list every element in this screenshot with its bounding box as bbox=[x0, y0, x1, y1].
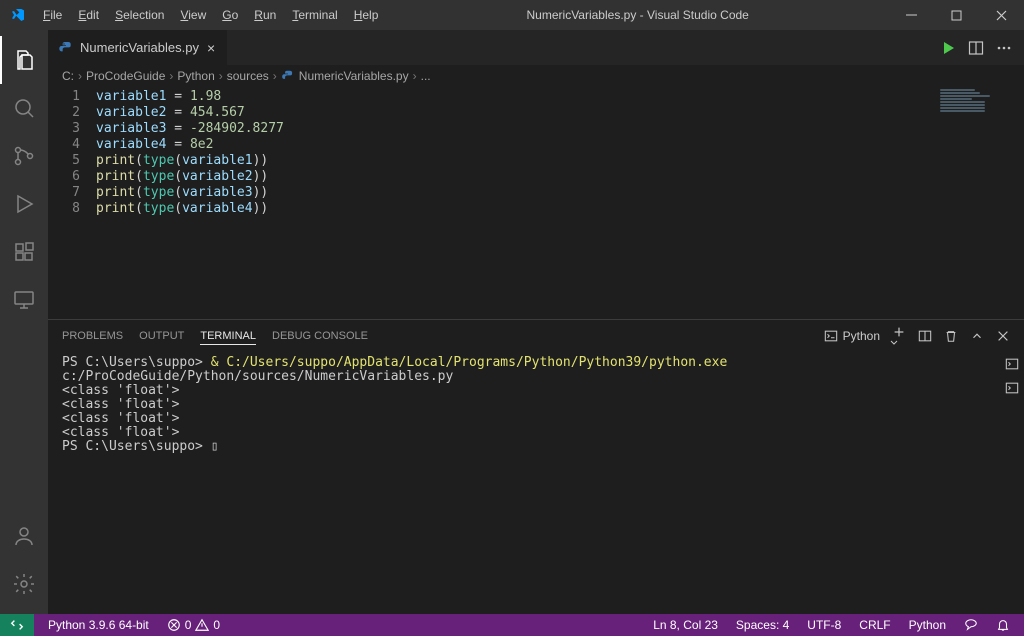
tab-close-icon[interactable]: × bbox=[205, 40, 217, 56]
close-button[interactable] bbox=[979, 0, 1024, 30]
panel-tab-problems[interactable]: PROBLEMS bbox=[62, 328, 123, 344]
python-file-icon bbox=[58, 40, 74, 56]
status-eol[interactable]: CRLF bbox=[855, 618, 894, 632]
status-python[interactable]: Python 3.9.6 64-bit bbox=[44, 618, 153, 632]
menu-go[interactable]: Go bbox=[214, 0, 246, 30]
breadcrumb[interactable]: C:› ProCodeGuide› Python› sources› Numer… bbox=[48, 65, 1024, 87]
split-editor-icon[interactable] bbox=[968, 40, 984, 56]
status-lncol[interactable]: Ln 8, Col 23 bbox=[649, 618, 722, 632]
menu-terminal[interactable]: Terminal bbox=[284, 0, 345, 30]
window-title: NumericVariables.py - Visual Studio Code bbox=[386, 8, 889, 22]
accounts-icon[interactable] bbox=[0, 512, 48, 560]
source-control-icon[interactable] bbox=[0, 132, 48, 180]
terminal[interactable]: PS C:\Users\suppo> & C:/Users/suppo/AppD… bbox=[48, 352, 1024, 614]
run-file-icon[interactable] bbox=[940, 40, 956, 56]
maximize-button[interactable] bbox=[934, 0, 979, 30]
status-notifications-icon[interactable] bbox=[992, 618, 1014, 632]
panel-tab-terminal[interactable]: TERMINAL bbox=[200, 328, 256, 345]
extensions-icon[interactable] bbox=[0, 228, 48, 276]
tab-label: NumericVariables.py bbox=[80, 40, 199, 55]
status-feedback-icon[interactable] bbox=[960, 618, 982, 632]
remote-indicator[interactable] bbox=[0, 614, 34, 636]
terminal-side-icon[interactable] bbox=[1002, 354, 1022, 374]
code-editor[interactable]: 12345678 variable1 = 1.98variable2 = 454… bbox=[48, 87, 1024, 319]
bottom-panel: PROBLEMS OUTPUT TERMINAL DEBUG CONSOLE P… bbox=[48, 319, 1024, 614]
status-spaces[interactable]: Spaces: 4 bbox=[732, 618, 793, 632]
run-debug-icon[interactable] bbox=[0, 180, 48, 228]
close-panel-icon[interactable] bbox=[996, 329, 1010, 343]
menu-run[interactable]: Run bbox=[246, 0, 284, 30]
vscode-logo-icon bbox=[0, 7, 35, 23]
tab-bar: NumericVariables.py × bbox=[48, 30, 1024, 65]
terminal-side-icon-2[interactable] bbox=[1002, 378, 1022, 398]
new-terminal-icon[interactable] bbox=[892, 325, 906, 347]
maximize-panel-icon[interactable] bbox=[970, 329, 984, 343]
menu-edit[interactable]: Edit bbox=[70, 0, 107, 30]
panel-tab-output[interactable]: OUTPUT bbox=[139, 328, 184, 344]
status-encoding[interactable]: UTF-8 bbox=[803, 618, 845, 632]
menu-selection[interactable]: Selection bbox=[107, 0, 172, 30]
activity-bar bbox=[0, 30, 48, 614]
settings-gear-icon[interactable] bbox=[0, 560, 48, 608]
status-language[interactable]: Python bbox=[905, 618, 950, 632]
minimize-button[interactable] bbox=[889, 0, 934, 30]
more-actions-icon[interactable] bbox=[996, 40, 1012, 56]
split-terminal-icon[interactable] bbox=[918, 329, 932, 343]
menu-help[interactable]: Help bbox=[346, 0, 387, 30]
menu-file[interactable]: File bbox=[35, 0, 70, 30]
remote-explorer-icon[interactable] bbox=[0, 276, 48, 324]
minimap[interactable] bbox=[940, 89, 1010, 101]
explorer-icon[interactable] bbox=[0, 36, 48, 84]
status-problems[interactable]: 0 0 bbox=[163, 618, 224, 632]
tab-numericvariables[interactable]: NumericVariables.py × bbox=[48, 30, 228, 65]
menu-view[interactable]: View bbox=[172, 0, 214, 30]
line-numbers: 12345678 bbox=[48, 87, 96, 319]
terminal-shell-selector[interactable]: Python bbox=[824, 329, 880, 343]
status-bar: Python 3.9.6 64-bit 0 0 Ln 8, Col 23 Spa… bbox=[0, 614, 1024, 636]
panel-tab-debug[interactable]: DEBUG CONSOLE bbox=[272, 328, 368, 344]
kill-terminal-icon[interactable] bbox=[944, 329, 958, 343]
search-icon[interactable] bbox=[0, 84, 48, 132]
menubar: File Edit Selection View Go Run Terminal… bbox=[35, 0, 386, 30]
